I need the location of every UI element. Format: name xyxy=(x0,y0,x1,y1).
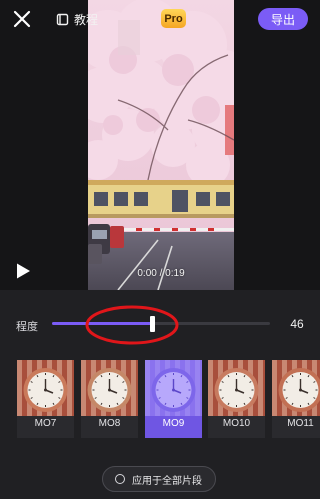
intensity-slider[interactable] xyxy=(52,316,270,332)
filter-thumbnail xyxy=(145,360,202,416)
filter-name: MO8 xyxy=(98,418,121,429)
tutorial-button[interactable]: 教程 xyxy=(56,10,98,28)
video-frame xyxy=(88,0,234,290)
play-icon[interactable] xyxy=(14,262,32,280)
video-preview[interactable] xyxy=(88,0,234,290)
timecode: 0:00 / 0:19 xyxy=(88,268,234,279)
filter-thumbnail xyxy=(208,360,265,416)
filter-name: MO11 xyxy=(287,418,314,429)
export-button[interactable]: 导出 xyxy=(258,8,308,30)
filter-item[interactable]: MO7 xyxy=(17,360,74,438)
time-separator: / xyxy=(156,268,166,279)
filter-name: MO7 xyxy=(34,418,57,429)
filter-item[interactable]: MO10 xyxy=(208,360,265,438)
current-time: 0:00 xyxy=(137,268,157,279)
filter-thumbnail xyxy=(81,360,138,416)
tutorial-label: 教程 xyxy=(74,12,99,27)
intensity-value: 46 xyxy=(290,317,304,331)
filter-thumbnail xyxy=(17,360,74,416)
filter-name: MO10 xyxy=(222,418,251,429)
slider-thumb[interactable] xyxy=(150,316,156,332)
close-icon[interactable] xyxy=(12,9,32,29)
pro-badge[interactable]: Pro xyxy=(161,9,186,28)
filter-strip: MO7 MO8 MO9 MO10 MO11 xyxy=(0,360,320,438)
book-icon xyxy=(56,13,69,25)
top-bar: 教程 Pro 导出 xyxy=(0,0,320,38)
total-duration: 0:19 xyxy=(165,268,185,279)
apply-to-all-button[interactable]: 应用于全部片段 xyxy=(102,466,216,492)
filter-item[interactable]: MO8 xyxy=(81,360,138,438)
intensity-label: 程度 xyxy=(16,320,38,333)
filter-item[interactable]: MO11 xyxy=(272,360,320,438)
apply-radio-icon[interactable] xyxy=(115,474,125,484)
filter-item[interactable]: MO9 xyxy=(145,360,202,438)
filter-name: MO9 xyxy=(162,418,185,429)
apply-to-all-label: 应用于全部片段 xyxy=(132,475,202,487)
filter-thumbnail xyxy=(272,360,320,416)
slider-fill xyxy=(52,322,153,325)
